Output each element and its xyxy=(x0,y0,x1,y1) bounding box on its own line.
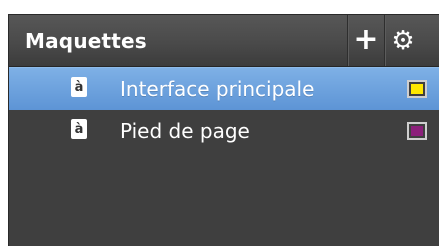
list-item-pied-de-page[interactable]: à Pied de page xyxy=(9,110,439,153)
color-swatch-fill xyxy=(411,126,423,136)
master-page-icon: à xyxy=(71,77,87,97)
list-item-label: Pied de page xyxy=(120,119,250,143)
masters-panel: Maquettes + ⚙ à Interface principale à P… xyxy=(8,14,439,246)
window-frame: Maquettes + ⚙ à Interface principale à P… xyxy=(0,0,441,246)
masters-list: à Interface principale à Pied de page xyxy=(9,67,439,153)
master-page-icon-glyph: à xyxy=(74,79,84,95)
master-page-icon-glyph: à xyxy=(74,121,84,137)
gear-icon: ⚙ xyxy=(391,25,415,56)
color-swatch[interactable] xyxy=(407,80,427,98)
settings-button[interactable]: ⚙ xyxy=(384,15,421,66)
plus-icon: + xyxy=(353,21,379,57)
list-item-interface-principale[interactable]: à Interface principale xyxy=(9,67,439,110)
panel-header: Maquettes + ⚙ xyxy=(9,15,439,67)
list-item-label: Interface principale xyxy=(120,77,315,101)
master-page-icon: à xyxy=(71,119,87,139)
panel-title: Maquettes xyxy=(25,29,147,53)
color-swatch-fill xyxy=(411,84,423,94)
color-swatch[interactable] xyxy=(407,122,427,140)
add-master-button[interactable]: + xyxy=(347,15,384,66)
